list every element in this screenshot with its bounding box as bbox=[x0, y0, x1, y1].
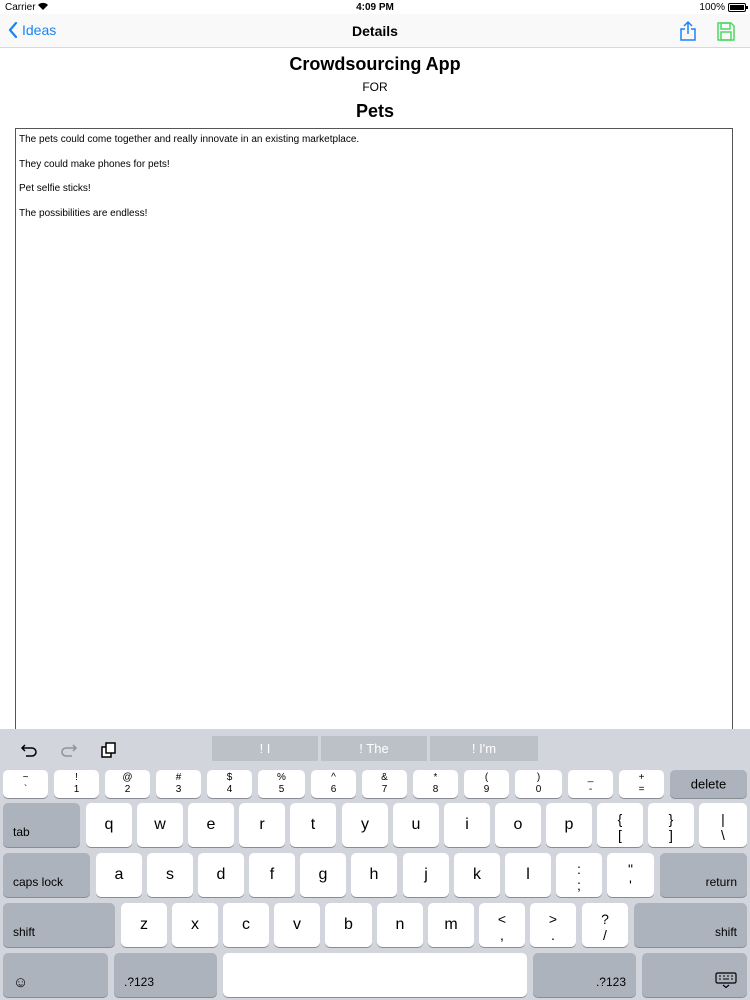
save-icon[interactable] bbox=[716, 20, 736, 42]
key-o[interactable]: o bbox=[495, 803, 541, 847]
key-g[interactable]: g bbox=[300, 853, 346, 897]
numbers-key-left[interactable]: .?123 bbox=[114, 953, 217, 997]
status-bar: Carrier 4:09 PM 100% bbox=[0, 0, 750, 14]
key-s[interactable]: s bbox=[147, 853, 193, 897]
key-v[interactable]: v bbox=[274, 903, 320, 947]
text-line: They could make phones for pets! bbox=[19, 158, 170, 170]
hide-keyboard-key[interactable] bbox=[642, 953, 747, 997]
delete-key[interactable]: delete bbox=[670, 770, 747, 798]
for-label: FOR bbox=[362, 80, 388, 94]
key-m[interactable]: m bbox=[428, 903, 474, 947]
key-b[interactable]: b bbox=[325, 903, 372, 947]
space-bar[interactable] bbox=[223, 953, 527, 997]
key-3[interactable]: #3 bbox=[156, 770, 201, 798]
key-d[interactable]: d bbox=[198, 853, 244, 897]
battery-percent: 100% bbox=[699, 2, 725, 13]
subject-title: Pets bbox=[355, 101, 395, 121]
battery-icon bbox=[728, 3, 748, 12]
key-6[interactable]: ^ 6 bbox=[311, 770, 356, 798]
return-key[interactable]: return bbox=[660, 853, 747, 897]
key-semicolon[interactable]: :; bbox=[556, 853, 602, 897]
navigation-bar: Ideas Details bbox=[0, 14, 750, 48]
key-left-brace[interactable]: {[ bbox=[597, 803, 643, 847]
share-icon[interactable] bbox=[678, 20, 698, 42]
key-k[interactable]: k bbox=[454, 853, 500, 897]
key-4[interactable]: $4 bbox=[207, 770, 252, 798]
key-j[interactable]: j bbox=[403, 853, 449, 897]
key-i[interactable]: i bbox=[444, 803, 490, 847]
key-n[interactable]: n bbox=[377, 903, 423, 947]
key-q[interactable]: q bbox=[86, 803, 132, 847]
key-u[interactable]: u bbox=[393, 803, 439, 847]
key-c[interactable]: c bbox=[223, 903, 269, 947]
key-1[interactable]: ! 1 bbox=[54, 770, 99, 798]
shift-key-right[interactable]: shift bbox=[634, 903, 747, 947]
key-l[interactable]: l bbox=[505, 853, 551, 897]
keyboard-toolbar: ! I ! The ! I'm bbox=[0, 729, 750, 767]
paste-icon[interactable] bbox=[100, 742, 118, 758]
key-f[interactable]: f bbox=[249, 853, 295, 897]
key-e[interactable]: e bbox=[188, 803, 234, 847]
key-w[interactable]: w bbox=[137, 803, 183, 847]
tab-key[interactable]: tab bbox=[3, 803, 80, 847]
key-h[interactable]: h bbox=[351, 853, 397, 897]
redo-icon[interactable] bbox=[60, 742, 78, 758]
key-5[interactable]: % 5 bbox=[258, 770, 305, 798]
key-comma[interactable]: <, bbox=[479, 903, 525, 947]
text-line: The pets could come together and really … bbox=[19, 134, 360, 145]
key-x[interactable]: x bbox=[172, 903, 218, 947]
idea-text-view[interactable]: The pets could come together and really … bbox=[15, 128, 733, 738]
key-backslash[interactable]: | \ bbox=[699, 803, 747, 847]
key-0[interactable]: ) 0 bbox=[515, 770, 562, 798]
key-minus[interactable]: _ - bbox=[568, 770, 613, 798]
key-right-brace[interactable]: }] bbox=[648, 803, 694, 847]
app-title: Crowdsourcing App bbox=[289, 54, 461, 74]
key-8[interactable]: * 8 bbox=[413, 770, 458, 798]
undo-icon[interactable] bbox=[20, 742, 38, 758]
suggestion-2[interactable]: ! The bbox=[321, 736, 427, 761]
key-a[interactable]: a bbox=[96, 853, 142, 897]
key-slash[interactable]: ? / bbox=[582, 903, 628, 947]
suggestion-1[interactable]: ! I bbox=[212, 736, 318, 761]
text-line: Pet selfie sticks! bbox=[19, 183, 91, 194]
text-line: The possibilities are endless! bbox=[19, 207, 148, 219]
key-y[interactable]: y bbox=[342, 803, 388, 847]
numbers-key-right[interactable]: .?123 bbox=[533, 953, 636, 997]
suggestion-3[interactable]: ! I'm bbox=[430, 736, 538, 761]
key-t[interactable]: t bbox=[290, 803, 336, 847]
keyboard-dismiss-icon bbox=[715, 972, 737, 991]
caps-lock-key[interactable]: caps lock bbox=[3, 853, 90, 897]
key-2[interactable]: @2 bbox=[105, 770, 150, 798]
key-quote[interactable]: " ' bbox=[607, 853, 654, 897]
emoji-key[interactable]: ☺ bbox=[3, 953, 108, 997]
key-z[interactable]: z bbox=[121, 903, 167, 947]
keyboard: ! I ! The ! I'm ~ ` ! 1 @2 #3 $4 % 5 ^ 6 & 7 … bbox=[0, 729, 750, 1000]
key-r[interactable]: r bbox=[239, 803, 285, 847]
key-9[interactable]: (9 bbox=[464, 770, 509, 798]
emoji-icon: ☺ bbox=[13, 974, 29, 991]
clock: 4:09 PM bbox=[356, 2, 394, 13]
shift-key-left[interactable]: shift bbox=[3, 903, 115, 947]
nav-title: Details bbox=[352, 23, 398, 39]
key-tilde[interactable]: ~ ` bbox=[3, 770, 48, 798]
key-period[interactable]: >. bbox=[530, 903, 576, 947]
key-equals[interactable]: + = bbox=[619, 770, 664, 798]
key-p[interactable]: p bbox=[546, 803, 592, 847]
key-7[interactable]: & 7 bbox=[362, 770, 407, 798]
